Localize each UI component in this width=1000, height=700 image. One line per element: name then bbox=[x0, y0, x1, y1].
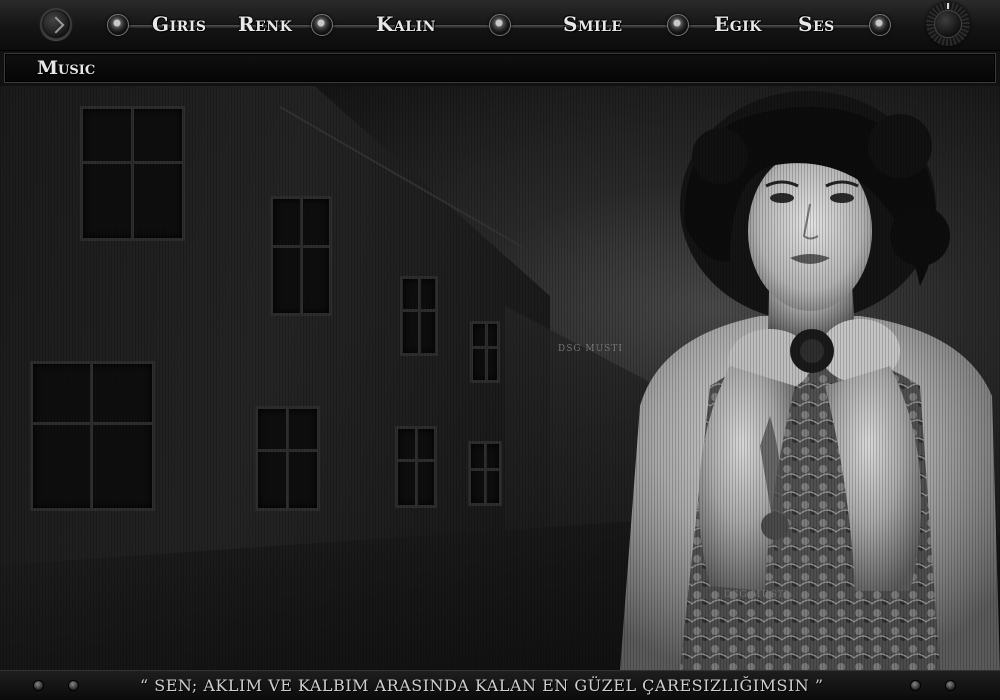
window-image bbox=[468, 441, 502, 506]
bolt-icon bbox=[910, 680, 921, 691]
watermark-text: DSG MUSTI bbox=[558, 344, 623, 354]
music-player-bar[interactable]: Music bbox=[4, 53, 996, 83]
nav-item-renk[interactable]: Renk bbox=[238, 12, 292, 36]
nav-item-kalin[interactable]: Kalin bbox=[376, 12, 436, 36]
forward-arrow-button[interactable] bbox=[40, 8, 72, 40]
footer-bar: “ SEN; AKLIM VE KALBIM ARASINDA KALAN EN… bbox=[0, 670, 1000, 700]
music-label: Music bbox=[37, 57, 96, 79]
rail-knob-icon bbox=[869, 14, 891, 36]
top-nav-bar: Giris Renk Kalin Smile Egik Ses bbox=[0, 0, 1000, 51]
dial-knob-icon bbox=[934, 10, 962, 38]
woman-portrait-image bbox=[620, 91, 1000, 670]
nav-item-smile[interactable]: Smile bbox=[563, 12, 623, 36]
bolt-icon bbox=[945, 680, 956, 691]
nav-item-ses[interactable]: Ses bbox=[798, 12, 835, 36]
rail-knob-icon bbox=[107, 14, 129, 36]
window-image bbox=[80, 106, 185, 241]
bolt-icon bbox=[68, 680, 79, 691]
page-root: Giris Renk Kalin Smile Egik Ses Music DS… bbox=[0, 0, 1000, 700]
nav-item-giris[interactable]: Giris bbox=[152, 12, 206, 36]
volume-dial[interactable] bbox=[926, 2, 970, 46]
background-scene: DSG MUSTI DSG MUSTI bbox=[0, 86, 1000, 670]
watermark-text: DSG MUSTI bbox=[724, 590, 789, 600]
nav-item-egik[interactable]: Egik bbox=[714, 12, 762, 36]
window-image bbox=[30, 361, 155, 511]
rail-knob-icon bbox=[667, 14, 689, 36]
window-image bbox=[395, 426, 437, 508]
window-image bbox=[470, 321, 500, 383]
footer-quote: “ SEN; AKLIM VE KALBIM ARASINDA KALAN EN… bbox=[140, 676, 824, 695]
window-image bbox=[400, 276, 438, 356]
dial-indicator bbox=[947, 3, 949, 9]
rail-knob-icon bbox=[489, 14, 511, 36]
window-image bbox=[270, 196, 332, 316]
chevron-right-icon bbox=[47, 16, 65, 34]
bolt-icon bbox=[33, 680, 44, 691]
window-image bbox=[255, 406, 320, 511]
rail-knob-icon bbox=[311, 14, 333, 36]
